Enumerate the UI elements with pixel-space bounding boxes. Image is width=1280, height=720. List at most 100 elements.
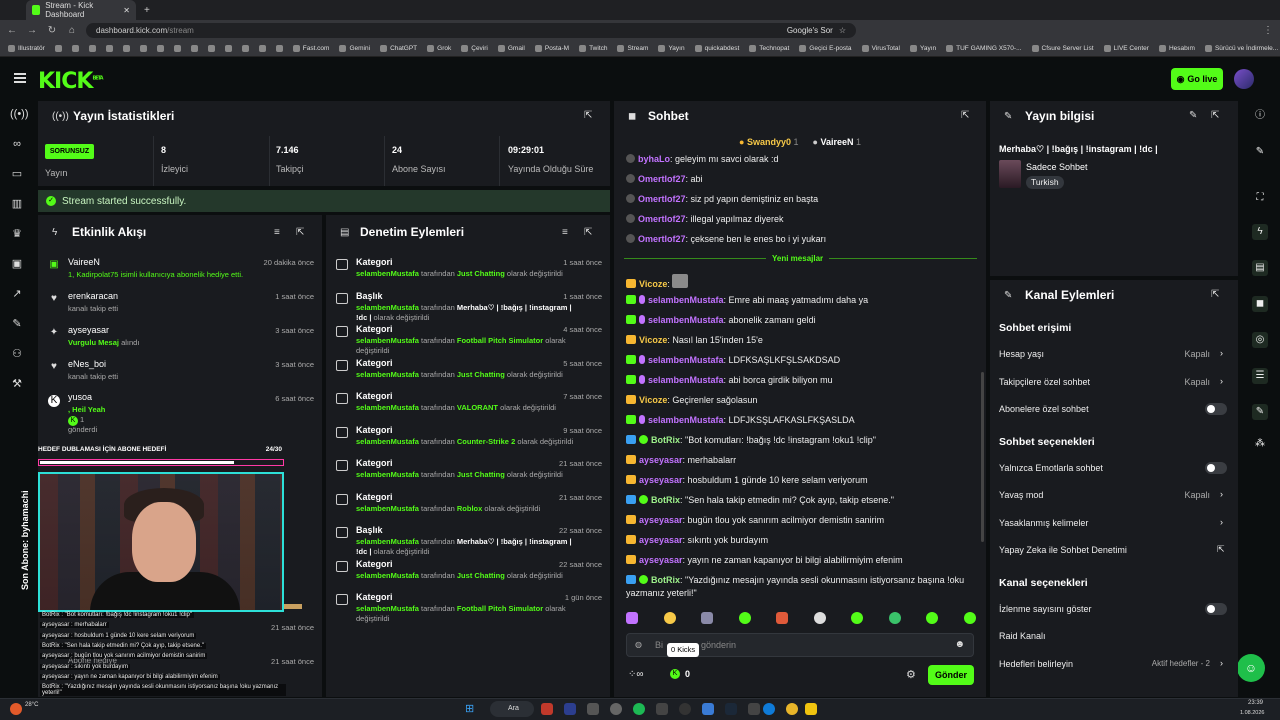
- setting-row-label[interactable]: Raid Kanalı: [999, 631, 1046, 641]
- bookmark-item[interactable]: Twitch: [579, 45, 607, 52]
- bookmark-item[interactable]: Stream: [617, 45, 648, 52]
- bookmark-item[interactable]: [173, 45, 181, 52]
- bookmark-item[interactable]: Gmail: [497, 45, 525, 52]
- spotify-icon[interactable]: [633, 703, 645, 715]
- star-icon[interactable]: ☆: [839, 26, 846, 35]
- emote-icon[interactable]: [888, 612, 901, 624]
- bookmark-item[interactable]: [258, 45, 266, 52]
- bookmark-item[interactable]: quickabdest: [694, 45, 739, 52]
- chevron-right-icon[interactable]: ›: [1220, 348, 1223, 358]
- emote-icon[interactable]: [626, 612, 638, 624]
- send-button[interactable]: Gönder: [928, 665, 974, 685]
- extensions-icon[interactable]: ⋮: [1262, 25, 1274, 36]
- setting-row-label[interactable]: Takipçilere özel sohbet: [999, 377, 1090, 387]
- bookmark-item[interactable]: [139, 45, 147, 52]
- bookmark-item[interactable]: [241, 45, 249, 52]
- setting-row-label[interactable]: Abonelere özel sohbet: [999, 404, 1089, 414]
- community-icon[interactable]: ⁘∞: [628, 669, 644, 680]
- support-chat-button[interactable]: ☺: [1237, 654, 1265, 682]
- bookmark-item[interactable]: [275, 45, 283, 52]
- emote-icon[interactable]: [663, 612, 676, 624]
- chart-icon[interactable]: ↗: [10, 288, 24, 300]
- emote-icon[interactable]: [776, 612, 789, 624]
- link-icon[interactable]: ∞: [10, 138, 24, 150]
- app-icon[interactable]: [587, 703, 599, 715]
- share-icon[interactable]: ⁂: [1252, 436, 1268, 452]
- app-icon[interactable]: [702, 703, 714, 715]
- list-icon[interactable]: ☰: [1252, 368, 1268, 384]
- go-live-button[interactable]: ◉ Go live: [1171, 68, 1223, 90]
- bookmark-item[interactable]: TUF GAMING X570-...: [946, 45, 1022, 52]
- media-icon[interactable]: ▣: [10, 258, 24, 270]
- bookmark-item[interactable]: Çeviri: [461, 45, 488, 52]
- app-icon[interactable]: [679, 703, 691, 715]
- bookmark-item[interactable]: Posta-M: [534, 45, 569, 52]
- emote-icon[interactable]: [701, 612, 714, 624]
- bookmark-item[interactable]: Gemini: [339, 45, 370, 52]
- bookmark-item[interactable]: Yayın: [909, 45, 936, 52]
- setting-row-label[interactable]: Yapay Zeka ile Sohbet Denetimi: [999, 545, 1127, 555]
- bookmark-item[interactable]: Cfsure Server List: [1031, 45, 1094, 52]
- app-icon[interactable]: [564, 703, 576, 715]
- bookmark-item[interactable]: [105, 45, 113, 52]
- chat-scrollbar[interactable]: [981, 372, 984, 542]
- bookmark-item[interactable]: Sürücü ve İndirmele...: [1204, 45, 1278, 52]
- popout-icon[interactable]: ⇱: [584, 227, 592, 238]
- search-chip[interactable]: Google's Sor: [787, 26, 833, 35]
- browser-tab[interactable]: Stream - Kick Dashboard ✕: [26, 0, 136, 20]
- chrome-icon[interactable]: [786, 703, 798, 715]
- folder-icon[interactable]: [805, 703, 817, 715]
- wrench-icon[interactable]: ✎: [10, 318, 24, 330]
- users-icon[interactable]: ⚇: [10, 348, 24, 360]
- chat-bubble-icon[interactable]: ◼: [1252, 296, 1268, 312]
- emote-icon[interactable]: [963, 612, 976, 624]
- setting-row-label[interactable]: İzlenme sayısını göster: [999, 604, 1092, 614]
- bookmark-item[interactable]: [71, 45, 79, 52]
- bookmark-item[interactable]: [207, 45, 215, 52]
- wrench-icon[interactable]: ✎: [1252, 404, 1268, 420]
- new-tab-button[interactable]: +: [144, 5, 150, 16]
- gifter-2[interactable]: ● VaireeN 1: [813, 137, 862, 147]
- popout-icon[interactable]: ⇱: [1211, 289, 1219, 300]
- bookmark-item[interactable]: Yayın: [658, 45, 685, 52]
- bookmark-item[interactable]: [190, 45, 198, 52]
- info-icon[interactable]: ⓘ: [1252, 108, 1268, 124]
- analytics-icon[interactable]: ▥: [10, 198, 24, 210]
- category-name[interactable]: Sadece Sohbet: [1026, 162, 1088, 172]
- bookmark-item[interactable]: [88, 45, 96, 52]
- bookmark-item[interactable]: Technopat: [749, 45, 789, 52]
- card-icon[interactable]: ▤: [1252, 260, 1268, 276]
- chevron-right-icon[interactable]: ›: [1220, 658, 1223, 668]
- chevron-right-icon[interactable]: ›: [1220, 517, 1223, 527]
- popout-icon[interactable]: ⇱: [584, 110, 592, 121]
- edit-icon[interactable]: ✎: [1252, 144, 1268, 160]
- toggle-switch[interactable]: [1205, 461, 1227, 474]
- chat-settings-icon[interactable]: ⚙: [906, 668, 916, 681]
- emote-icon[interactable]: [738, 612, 751, 624]
- edit-icon[interactable]: ✎: [1189, 110, 1197, 121]
- setting-row-label[interactable]: Hedefleri belirleyin: [999, 659, 1073, 669]
- emoji-icon[interactable]: ☻: [954, 639, 965, 650]
- bookmark-item[interactable]: VirusTotal: [861, 45, 900, 52]
- setting-row-label[interactable]: Hesap yaşı: [999, 349, 1044, 359]
- bookmark-item[interactable]: Geçici E-posta: [799, 45, 852, 52]
- setting-row-label[interactable]: Yavaş mod: [999, 490, 1043, 500]
- lightning-icon[interactable]: ϟ: [1252, 224, 1268, 240]
- tools-icon[interactable]: ⚒: [10, 378, 24, 390]
- kicks-icon[interactable]: K: [670, 669, 680, 679]
- screen-icon[interactable]: ▭: [10, 168, 24, 180]
- setting-row-label[interactable]: Yalnızca Emotlarla sohbet: [999, 463, 1103, 473]
- chevron-right-icon[interactable]: ›: [1220, 376, 1223, 386]
- popout-icon[interactable]: ⇱: [961, 110, 969, 121]
- steam-icon[interactable]: [725, 703, 737, 715]
- reload-icon[interactable]: ↻: [46, 25, 58, 36]
- bookmark-item[interactable]: Hesabım: [1158, 45, 1195, 52]
- bookmark-item[interactable]: [156, 45, 164, 52]
- taskbar-search[interactable]: Ara: [490, 701, 534, 717]
- edge-icon[interactable]: [763, 703, 775, 715]
- gifter-1[interactable]: ● Swandyy0 1: [739, 137, 799, 147]
- popout-icon[interactable]: ⇱: [1211, 110, 1219, 121]
- app-icon[interactable]: [541, 703, 553, 715]
- bookmark-item[interactable]: Grok: [427, 45, 451, 52]
- broadcast-icon[interactable]: ((•)): [10, 108, 29, 120]
